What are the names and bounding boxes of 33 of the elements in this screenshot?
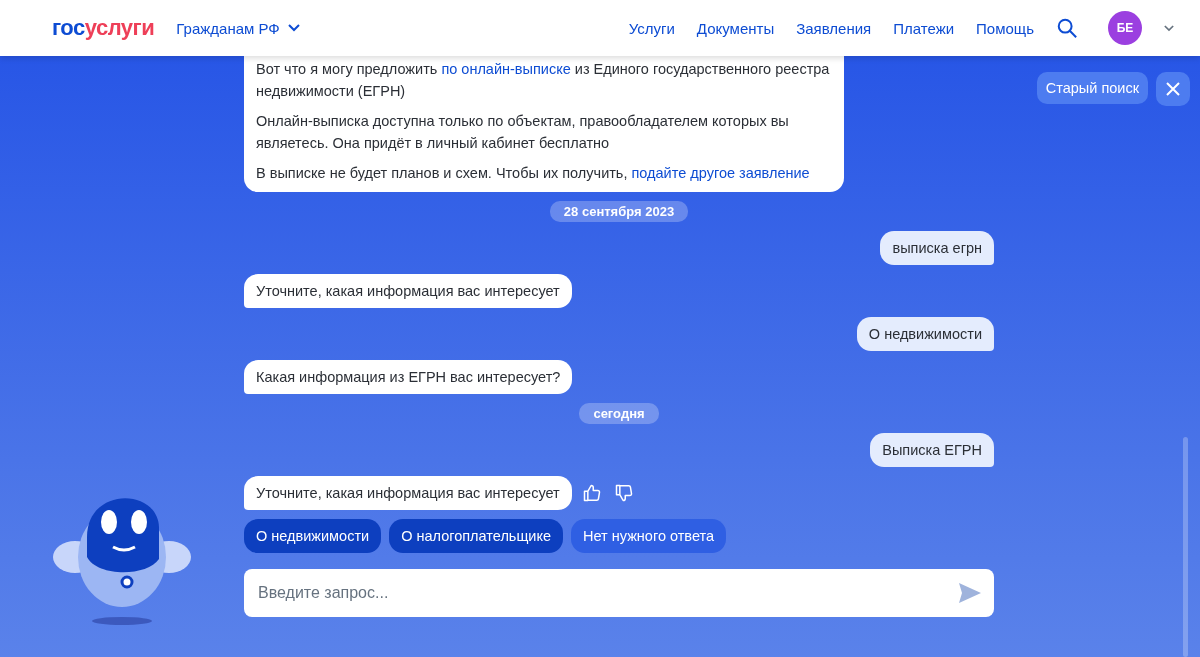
quick-reply-button[interactable]: О недвижимости	[244, 519, 382, 553]
close-icon	[1165, 81, 1181, 97]
quick-reply-button[interactable]: О налогоплательщике	[389, 519, 563, 553]
user-message: Выписка ЕГРН	[870, 433, 994, 467]
chevron-down-icon[interactable]	[1164, 24, 1174, 32]
nav-link[interactable]: Помощь	[976, 19, 1034, 37]
user-message: выписка егрн	[880, 231, 994, 265]
site-logo[interactable]: госуслуги	[52, 15, 155, 41]
nav-link[interactable]: Услуги	[628, 19, 675, 37]
search-icon[interactable]	[1056, 17, 1078, 39]
old-search-button[interactable]: Старый поиск	[1036, 72, 1148, 104]
bot-message: Уточните, какая информация вас интересует	[244, 476, 572, 510]
user-message: О недвижимости	[856, 317, 994, 351]
message-text: Онлайн-выписка доступна только по объектам, правообладателем которых вы являетесь. Она придёт в личный кабинет бесплатно	[256, 112, 790, 153]
bot-message: Уточните, какая информация вас интересует	[244, 274, 572, 308]
close-button[interactable]	[1156, 72, 1190, 106]
text-link[interactable]: по онлайн-выписке	[441, 61, 571, 77]
message-text: Вот что я могу предложить по онлайн-выписке из Единого государственного реестра недвижимости (ЕГРН)	[256, 60, 831, 101]
user-avatar[interactable]: БЕ	[1108, 11, 1142, 45]
date-chip: 28 сентября 2023	[549, 201, 689, 222]
nav-link[interactable]: Документы	[696, 19, 775, 37]
chevron-down-icon	[287, 24, 300, 32]
text-link[interactable]: подайте другое заявление	[631, 165, 810, 181]
thumbs-up-icon	[581, 483, 602, 503]
thumbs-down-icon	[613, 483, 634, 503]
quick-reply-button[interactable]: Нет нужного ответа	[571, 519, 727, 553]
message-text: В выписке не будет планов и схем. Чтобы их получить, подайте другое заявление	[256, 164, 811, 183]
nav-link[interactable]: Заявления	[796, 19, 872, 37]
region-dropdown[interactable]: Гражданам РФ	[176, 19, 300, 37]
date-chip: сегодня	[579, 403, 659, 424]
scrollbar-thumb[interactable]	[1183, 437, 1188, 657]
bot-message: Какая информация из ЕГРН вас интересует?	[244, 360, 573, 394]
nav-link[interactable]: Платежи	[893, 19, 955, 37]
